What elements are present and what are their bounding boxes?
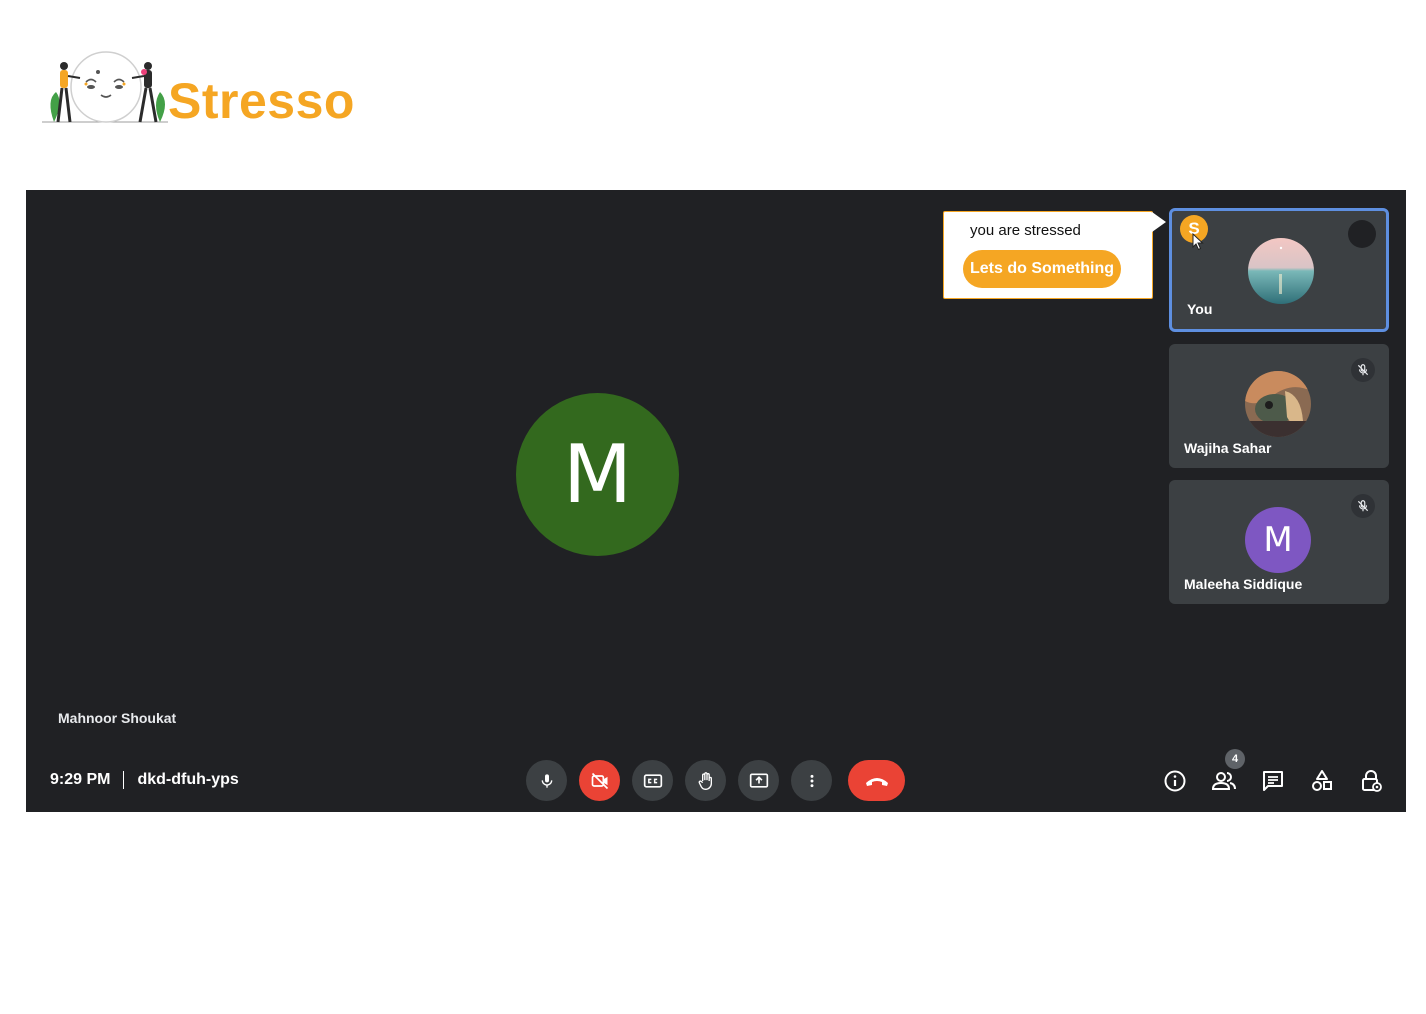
- call-controls: [526, 760, 905, 801]
- participant-tile-you[interactable]: S You: [1169, 208, 1389, 332]
- participant-name: You: [1187, 301, 1213, 317]
- participant-tile-wajiha[interactable]: Wajiha Sahar: [1169, 344, 1389, 468]
- present-screen-button[interactable]: [738, 760, 779, 801]
- raise-hand-button[interactable]: [685, 760, 726, 801]
- end-call-button[interactable]: [848, 760, 905, 801]
- animal-photo-icon: [1245, 371, 1311, 437]
- captions-icon: [643, 773, 662, 788]
- mic-icon: [541, 773, 552, 788]
- meeting-code: dkd-dfuh-yps: [137, 771, 239, 788]
- host-controls-button[interactable]: [1357, 766, 1384, 796]
- avatar-initial: M: [1263, 520, 1293, 560]
- meeting-side-controls: 4: [1161, 749, 1384, 796]
- mic-muted-icon: [1351, 494, 1375, 518]
- brand-name: Stresso: [168, 73, 355, 129]
- avatar: [1248, 238, 1314, 304]
- divider: [123, 771, 125, 789]
- participant-name: Maleeha Siddique: [1184, 576, 1303, 592]
- camera-off-icon: [591, 772, 608, 789]
- meeting-window: M Mahnoor Shoukat you are stressed Lets …: [26, 190, 1406, 812]
- activities-icon: [1311, 770, 1332, 791]
- people-count-badge: 4: [1225, 749, 1245, 769]
- lets-do-something-button[interactable]: Lets do Something: [963, 250, 1121, 288]
- more-options-button[interactable]: [791, 760, 832, 801]
- end-call-icon: [865, 777, 888, 786]
- stress-alert-message: you are stressed: [970, 222, 1081, 239]
- chat-icon: [1262, 771, 1283, 791]
- main-speaker-initial: M: [562, 428, 633, 521]
- meeting-time: 9:29 PM: [50, 771, 111, 788]
- avatar: M: [1245, 507, 1311, 573]
- chat-button[interactable]: [1259, 766, 1286, 796]
- brand-header: Stresso: [40, 50, 380, 130]
- host-controls-icon: [1361, 770, 1382, 792]
- camera-toggle-button[interactable]: [579, 760, 620, 801]
- meeting-info: 9:29 PM dkd-dfuh-yps: [50, 771, 239, 789]
- activities-button[interactable]: [1308, 766, 1335, 796]
- people-icon: [1211, 772, 1236, 790]
- mic-muted-icon: [1351, 358, 1375, 382]
- raise-hand-icon: [698, 771, 712, 790]
- meeting-details-button[interactable]: [1161, 766, 1188, 796]
- main-speaker-name: Mahnoor Shoukat: [58, 710, 177, 726]
- stress-alert-popup: you are stressed Lets do Something: [943, 211, 1166, 299]
- main-speaker-avatar: M: [516, 393, 679, 556]
- tile-options-icon[interactable]: [1348, 220, 1376, 248]
- bottom-toolbar: 9:29 PM dkd-dfuh-yps 4: [26, 749, 1406, 812]
- participant-tile-maleeha[interactable]: M Maleeha Siddique: [1169, 480, 1389, 604]
- mic-button[interactable]: [526, 760, 567, 801]
- info-icon: [1164, 770, 1185, 792]
- present-screen-icon: [749, 773, 768, 788]
- captions-button[interactable]: [632, 760, 673, 801]
- avatar: [1245, 371, 1311, 437]
- participant-name: Wajiha Sahar: [1184, 440, 1272, 456]
- sea-landscape-photo-icon: [1248, 238, 1314, 304]
- two-people-illustration-icon: [42, 51, 168, 123]
- more-options-icon: [810, 774, 813, 787]
- mouse-cursor-icon: [1192, 233, 1204, 251]
- people-button[interactable]: 4: [1210, 749, 1245, 796]
